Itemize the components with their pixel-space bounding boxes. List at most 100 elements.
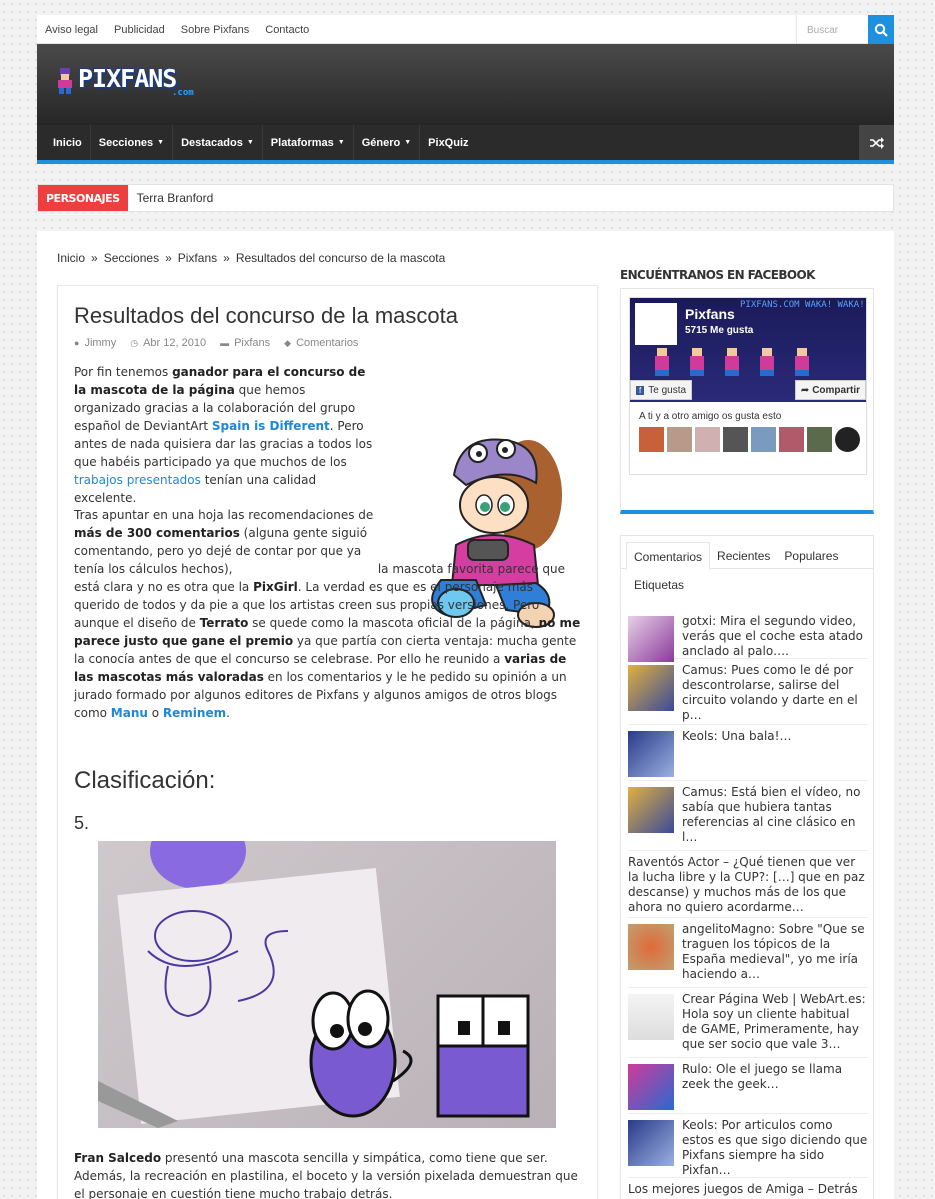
comment-text: gotxi: Mira el segundo video, verás que … bbox=[682, 614, 864, 658]
nav-label: Plataformas bbox=[270, 136, 334, 149]
comment-item[interactable]: angelitoMagno: Sobre "Que se traguen los… bbox=[628, 918, 868, 988]
comment-item[interactable]: Camus: Está bien el vídeo, no sabía que … bbox=[628, 781, 868, 851]
user-icon: ● bbox=[74, 338, 80, 348]
search-button[interactable] bbox=[868, 15, 894, 44]
comment-text: Camus: Está bien el vídeo, no sabía que … bbox=[682, 785, 861, 844]
breadcrumb-secciones[interactable]: Secciones bbox=[104, 251, 159, 265]
link-manu[interactable]: Manu bbox=[111, 706, 148, 720]
friend-avatar[interactable] bbox=[667, 427, 692, 452]
random-post-button[interactable] bbox=[859, 125, 894, 160]
nav-label: PixQuiz bbox=[428, 136, 469, 149]
main-nav: Inicio Secciones ▼ Destacados ▼ Plataforma… bbox=[37, 125, 894, 164]
post-author[interactable]: ● Jimmy bbox=[74, 337, 116, 349]
link-reminem[interactable]: Reminem bbox=[163, 706, 226, 720]
facebook-widget-heading: ENCUÉNTRANOS EN FACEBOOK bbox=[620, 268, 815, 282]
nav-label: Secciones bbox=[98, 136, 154, 149]
site-logo[interactable]: PIXFANS .com bbox=[54, 66, 194, 98]
mascot-entry-photo bbox=[98, 841, 556, 1128]
mascot-drawing-image bbox=[98, 841, 530, 1128]
tab-comentarios[interactable]: Comentarios bbox=[626, 542, 711, 570]
facebook-buttons: f Te gusta ➦ Compartir bbox=[630, 380, 866, 400]
news-ticker: PERSONAJES Terra Branford bbox=[37, 184, 894, 212]
chevron-down-icon: ▼ bbox=[337, 139, 345, 146]
facebook-page-plugin: PIXFANS.COM WAKA! WAKA! WAKA! WAKA! Pixf… bbox=[629, 297, 867, 475]
facebook-widget: PIXFANS.COM WAKA! WAKA! WAKA! WAKA! Pixf… bbox=[620, 288, 874, 514]
nav-item-destacados[interactable]: Destacados ▼ bbox=[173, 125, 263, 160]
shuffle-icon bbox=[869, 136, 884, 149]
comment-text: Los mejores juegos de Amiga – Detrás bbox=[628, 1182, 858, 1196]
facebook-share-button[interactable]: ➦ Compartir bbox=[794, 380, 866, 400]
top-link-sobre-pixfans[interactable]: Sobre Pixfans bbox=[181, 24, 249, 36]
post-comments-link[interactable]: ◆ Comentarios bbox=[284, 337, 358, 349]
comment-avatar bbox=[628, 1064, 674, 1110]
post-paragraph-1: Por fin tenemos ganador para el concurso… bbox=[74, 365, 373, 505]
friend-avatar[interactable] bbox=[835, 427, 860, 452]
breadcrumb-pixfans[interactable]: Pixfans bbox=[178, 251, 217, 265]
breadcrumb-separator: » bbox=[223, 251, 230, 265]
tab-recientes[interactable]: Recientes bbox=[710, 542, 777, 570]
facebook-friend-faces bbox=[639, 427, 866, 452]
breadcrumb-inicio[interactable]: Inicio bbox=[57, 251, 85, 265]
comments-widget: Comentarios Recientes Populares Etiqueta… bbox=[620, 535, 874, 1199]
comment-item[interactable]: Camus: Pues como le dé por descontrolars… bbox=[628, 659, 868, 725]
comment-text: Crear Página Web | WebArt.es: Hola soy u… bbox=[682, 992, 866, 1051]
comment-avatar bbox=[628, 665, 674, 711]
friend-avatar[interactable] bbox=[751, 427, 776, 452]
ticker-link[interactable]: Terra Branford bbox=[137, 191, 214, 205]
nav-item-inicio[interactable]: Inicio bbox=[37, 125, 91, 160]
comment-item[interactable]: Los mejores juegos de Amiga – Detrás bbox=[628, 1178, 868, 1199]
comment-item[interactable]: Keols: Una bala!… bbox=[628, 725, 868, 781]
facebook-page-name[interactable]: Pixfans bbox=[685, 306, 735, 322]
page-wrapper: Aviso legal Publicidad Sobre Pixfans Con… bbox=[37, 15, 894, 1199]
folder-icon: ▬ bbox=[220, 338, 230, 348]
comment-text: Camus: Pues como le dé por descontrolars… bbox=[682, 663, 858, 722]
search-input[interactable]: Buscar bbox=[796, 15, 868, 44]
nav-item-secciones[interactable]: Secciones ▼ bbox=[91, 125, 174, 160]
friend-avatar[interactable] bbox=[695, 427, 720, 452]
breadcrumb-separator: » bbox=[91, 251, 98, 265]
comment-avatar bbox=[628, 616, 674, 662]
content-area: Inicio » Secciones » Pixfans » Resultados del … bbox=[37, 231, 894, 1199]
nav-item-plataformas[interactable]: Plataformas ▼ bbox=[263, 125, 354, 160]
link-spain-is-different[interactable]: Spain is Different bbox=[212, 419, 330, 433]
chevron-down-icon: ▼ bbox=[157, 139, 165, 146]
comment-item[interactable]: Rulo: Ole el juego se llama zeek the gee… bbox=[628, 1058, 868, 1114]
tab-populares[interactable]: Populares bbox=[777, 542, 845, 570]
friend-avatar[interactable] bbox=[807, 427, 832, 452]
top-link-contacto[interactable]: Contacto bbox=[265, 24, 309, 36]
date-text: Abr 12, 2010 bbox=[143, 337, 207, 349]
nav-label: Inicio bbox=[53, 136, 82, 149]
friend-avatar[interactable] bbox=[723, 427, 748, 452]
link-trabajos-presentados[interactable]: trabajos presentados bbox=[74, 473, 201, 487]
author-name: Jimmy bbox=[84, 337, 117, 349]
facebook-banner-sprites bbox=[655, 348, 809, 376]
facebook-banner[interactable]: PIXFANS.COM WAKA! WAKA! WAKA! WAKA! Pixf… bbox=[630, 298, 866, 402]
post-date: ◷ Abr 12, 2010 bbox=[130, 337, 206, 349]
comment-item[interactable]: gotxi: Mira el segundo video, verás que … bbox=[628, 610, 868, 662]
friend-avatar[interactable] bbox=[639, 427, 664, 452]
comment-icon: ◆ bbox=[284, 337, 292, 348]
logo-mascot-icon bbox=[58, 68, 72, 94]
post-meta: ● Jimmy ◷ Abr 12, 2010 ▬ Pixfans ◆ Comentari… bbox=[74, 337, 372, 349]
nav-label: Destacados bbox=[181, 136, 243, 149]
post-article: Resultados del concurso de la mascota ● J… bbox=[57, 285, 598, 1199]
share-icon: ➦ bbox=[800, 384, 810, 396]
top-link-publicidad[interactable]: Publicidad bbox=[114, 24, 165, 36]
widget-tabs: Comentarios Recientes Populares bbox=[621, 536, 873, 570]
tab-etiquetas[interactable]: Etiquetas bbox=[621, 569, 873, 607]
comment-item[interactable]: Raventós Actor – ¿Qué tienen que ver la … bbox=[628, 851, 868, 918]
nav-item-genero[interactable]: Género ▼ bbox=[354, 125, 421, 160]
top-link-aviso-legal[interactable]: Aviso legal bbox=[45, 24, 98, 36]
comment-text: Keols: Por articulos como estos es que s… bbox=[682, 1118, 868, 1177]
comment-item[interactable]: Keols: Por articulos como estos es que s… bbox=[628, 1114, 868, 1178]
recent-comments-list: gotxi: Mira el segundo video, verás que … bbox=[628, 610, 868, 1199]
top-nav: Aviso legal Publicidad Sobre Pixfans Con… bbox=[37, 15, 894, 44]
friend-avatar[interactable] bbox=[779, 427, 804, 452]
post-category[interactable]: ▬ Pixfans bbox=[220, 337, 270, 349]
facebook-like-count: 5715 Me gusta bbox=[685, 325, 754, 336]
search-icon bbox=[874, 23, 888, 37]
comment-avatar bbox=[628, 994, 674, 1040]
nav-item-pixquiz[interactable]: PixQuiz bbox=[420, 125, 476, 160]
comment-item[interactable]: Crear Página Web | WebArt.es: Hola soy u… bbox=[628, 988, 868, 1058]
facebook-like-button[interactable]: f Te gusta bbox=[630, 380, 693, 400]
